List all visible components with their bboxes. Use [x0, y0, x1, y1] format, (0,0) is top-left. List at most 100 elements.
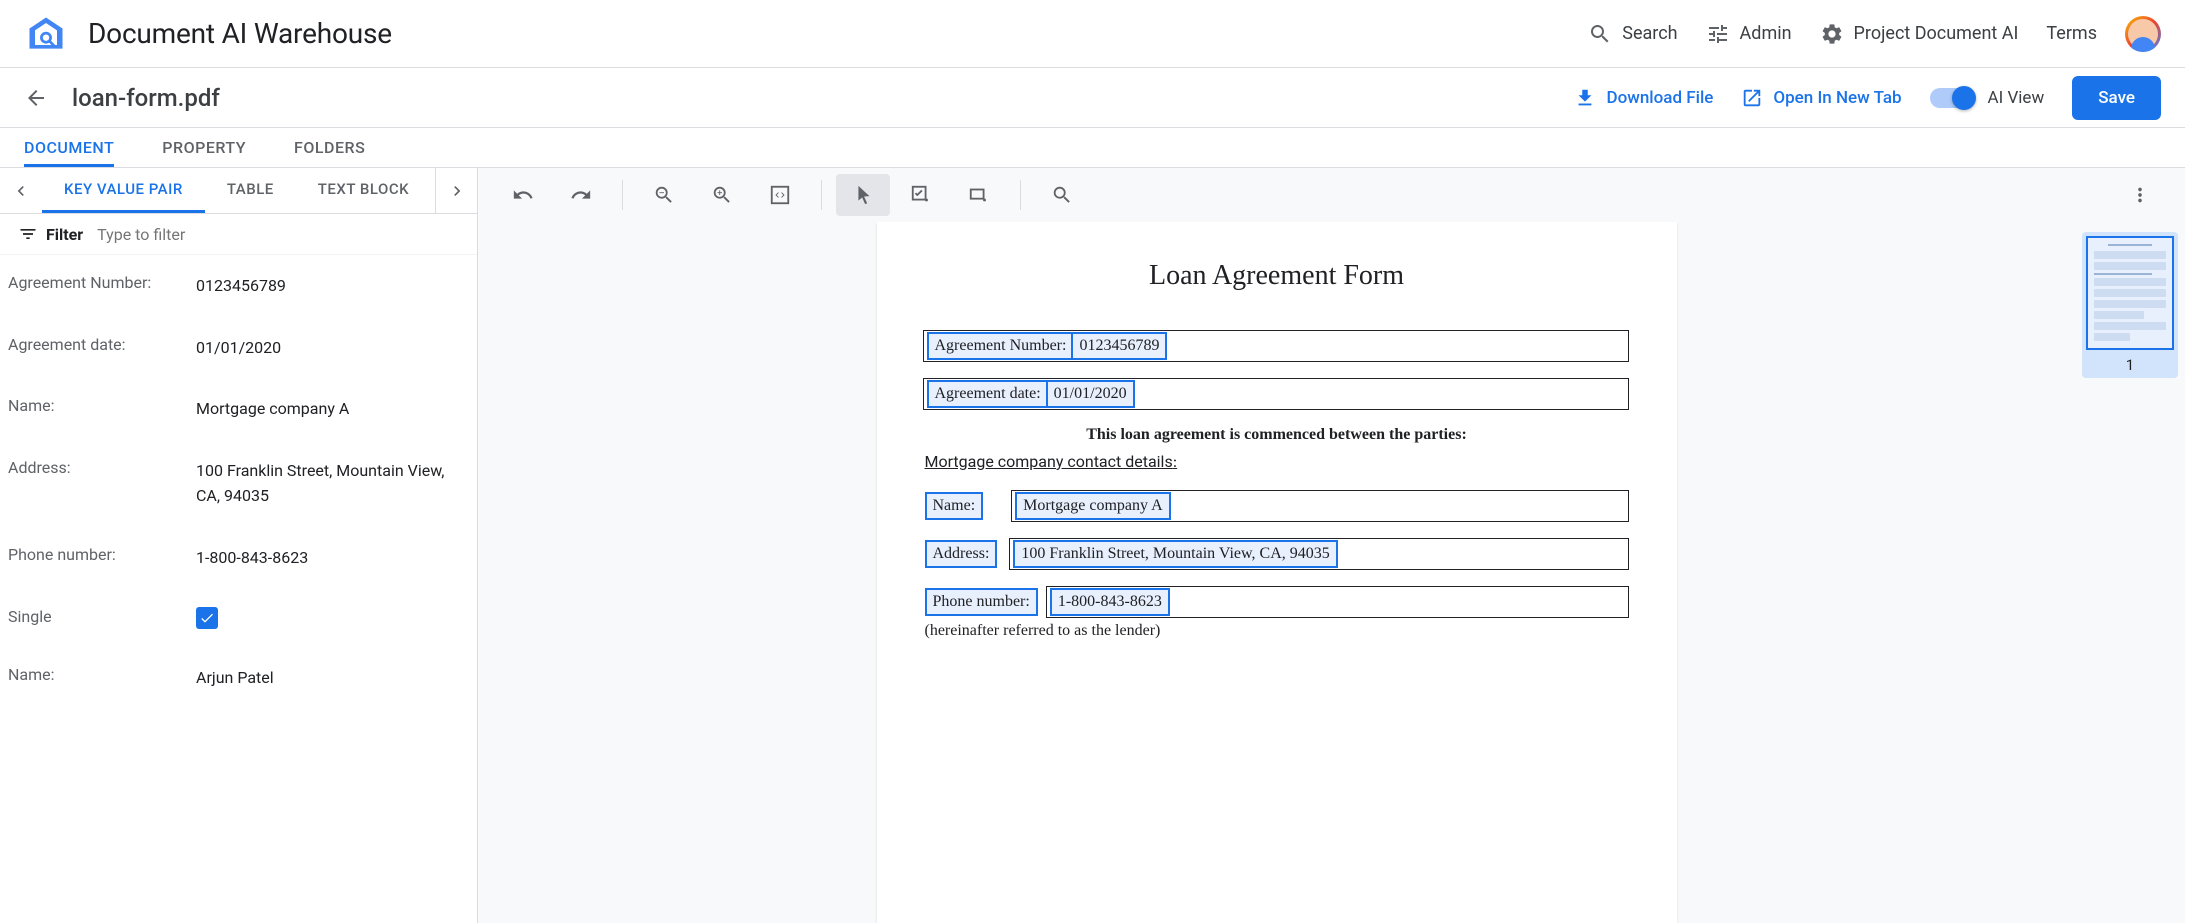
nav-project[interactable]: Project Document AI	[1820, 22, 2019, 46]
kv-row[interactable]: Address: 100 Franklin Street, Mountain V…	[0, 440, 477, 527]
form-key-highlight[interactable]: Name:	[925, 492, 984, 520]
sidebar: KEY VALUE PAIR TABLE TEXT BLOCK Filter A…	[0, 168, 478, 923]
form-value-highlight[interactable]: 1-800-843-8623	[1050, 588, 1170, 616]
chevron-right-icon	[447, 181, 467, 201]
nav-admin-label: Admin	[1740, 23, 1792, 44]
kv-row[interactable]: Agreement date: 01/01/2020	[0, 317, 477, 379]
kv-value: Mortgage company A	[196, 396, 469, 422]
form-value-highlight[interactable]: 01/01/2020	[1046, 380, 1135, 408]
more-options-button[interactable]	[2113, 174, 2167, 216]
add-region-button[interactable]	[952, 174, 1006, 216]
kv-row[interactable]: Single	[0, 589, 477, 647]
document-form-title: Loan Agreement Form	[925, 260, 1629, 292]
sub-tabs-scroll-right[interactable]	[435, 168, 477, 213]
document-page[interactable]: Loan Agreement Form Agreement Number: 01…	[877, 222, 1677, 923]
kv-row[interactable]: Name: Mortgage company A	[0, 378, 477, 440]
kv-key: Agreement date:	[8, 335, 196, 361]
add-box-button[interactable]	[894, 174, 948, 216]
form-contact-heading: Mortgage company contact details:	[925, 452, 1629, 472]
nav-terms[interactable]: Terms	[2046, 23, 2097, 44]
search-icon	[1051, 184, 1073, 206]
kv-row[interactable]: Phone number: 1-800-843-8623	[0, 527, 477, 589]
kv-row[interactable]: Agreement Number: 0123456789	[0, 255, 477, 317]
kv-value: 0123456789	[196, 273, 469, 299]
filter-icon	[18, 224, 38, 244]
user-avatar[interactable]	[2125, 16, 2161, 52]
filter-row: Filter	[0, 214, 477, 255]
cursor-icon	[852, 184, 874, 206]
select-tool-button[interactable]	[836, 174, 890, 216]
gear-icon	[1820, 22, 1844, 46]
tab-document[interactable]: DOCUMENT	[24, 128, 114, 167]
kv-list: Agreement Number: 0123456789 Agreement d…	[0, 255, 477, 923]
nav-search[interactable]: Search	[1588, 22, 1677, 46]
page-thumbnail[interactable]	[2086, 236, 2174, 350]
form-value-highlight[interactable]: Mortgage company A	[1015, 492, 1171, 520]
undo-icon	[512, 184, 534, 206]
redo-icon	[570, 184, 592, 206]
form-lender-note: (hereinafter referred to as the lender)	[925, 622, 1629, 640]
region-add-icon	[968, 184, 990, 206]
form-value-highlight[interactable]: 0123456789	[1071, 332, 1167, 360]
filter-label-text: Filter	[46, 225, 83, 244]
chevron-left-icon	[11, 181, 31, 201]
form-key-highlight[interactable]: Phone number:	[925, 588, 1038, 616]
kv-row[interactable]: Name: Arjun Patel	[0, 647, 477, 709]
nav-admin[interactable]: Admin	[1706, 22, 1792, 46]
zoom-in-icon	[711, 184, 733, 206]
filter-input[interactable]	[97, 225, 459, 244]
kv-value: 100 Franklin Street, Mountain View, CA, …	[196, 458, 469, 509]
sub-tab-table[interactable]: TABLE	[205, 168, 296, 213]
kv-value: Arjun Patel	[196, 665, 469, 691]
thumbnail-page-number: 1	[2086, 356, 2174, 374]
sub-tabs-scroll-left[interactable]	[0, 168, 42, 213]
code-icon	[769, 184, 791, 206]
search-document-button[interactable]	[1035, 174, 1089, 216]
check-box-add-icon	[910, 184, 932, 206]
tab-folders[interactable]: FOLDERS	[294, 128, 365, 167]
main-tabs: DOCUMENT PROPERTY FOLDERS	[0, 128, 2185, 168]
app-header: Document AI Warehouse Search Admin Proje…	[0, 0, 2185, 68]
zoom-in-button[interactable]	[695, 174, 749, 216]
kv-key: Agreement Number:	[8, 273, 196, 299]
nav-search-label: Search	[1622, 23, 1677, 44]
tune-icon	[1706, 22, 1730, 46]
tab-property[interactable]: PROPERTY	[162, 128, 246, 167]
download-label: Download File	[1606, 88, 1713, 108]
sub-tab-kvp[interactable]: KEY VALUE PAIR	[42, 168, 205, 213]
undo-button[interactable]	[496, 174, 550, 216]
search-icon	[1588, 22, 1612, 46]
code-view-button[interactable]	[753, 174, 807, 216]
viewer-toolbar	[478, 168, 2185, 222]
ai-view-label: AI View	[1988, 88, 2045, 108]
download-button[interactable]: Download File	[1574, 87, 1713, 109]
form-key-highlight[interactable]: Agreement date:	[927, 380, 1049, 408]
kv-value: 1-800-843-8623	[196, 545, 469, 571]
redo-button[interactable]	[554, 174, 608, 216]
open-new-tab-button[interactable]: Open In New Tab	[1741, 87, 1901, 109]
form-value-highlight[interactable]: 100 Franklin Street, Mountain View, CA, …	[1013, 540, 1337, 568]
app-title: Document AI Warehouse	[88, 17, 392, 50]
ai-view-toggle[interactable]	[1930, 88, 1974, 108]
kv-value: 01/01/2020	[196, 335, 469, 361]
save-button[interactable]: Save	[2072, 76, 2161, 120]
document-title: loan-form.pdf	[72, 84, 220, 112]
back-arrow-icon[interactable]	[24, 86, 48, 110]
kv-key: Phone number:	[8, 545, 196, 571]
kv-key: Address:	[8, 458, 196, 509]
form-key-highlight[interactable]: Address:	[925, 540, 998, 568]
nav-terms-label: Terms	[2046, 23, 2097, 44]
zoom-out-button[interactable]	[637, 174, 691, 216]
app-logo[interactable]	[24, 12, 68, 56]
zoom-out-icon	[653, 184, 675, 206]
sub-tab-text-block[interactable]: TEXT BLOCK	[296, 168, 431, 213]
kv-key: Name:	[8, 665, 196, 691]
more-vert-icon	[2129, 184, 2151, 206]
checkbox-checked-icon	[196, 607, 218, 629]
form-key-highlight[interactable]: Agreement Number:	[927, 332, 1075, 360]
kv-key: Name:	[8, 396, 196, 422]
nav-project-label: Project Document AI	[1854, 23, 2019, 44]
thumbnail-panel: 1	[2075, 222, 2185, 923]
document-viewer: Loan Agreement Form Agreement Number: 01…	[478, 168, 2185, 923]
open-new-tab-label: Open In New Tab	[1773, 88, 1901, 108]
